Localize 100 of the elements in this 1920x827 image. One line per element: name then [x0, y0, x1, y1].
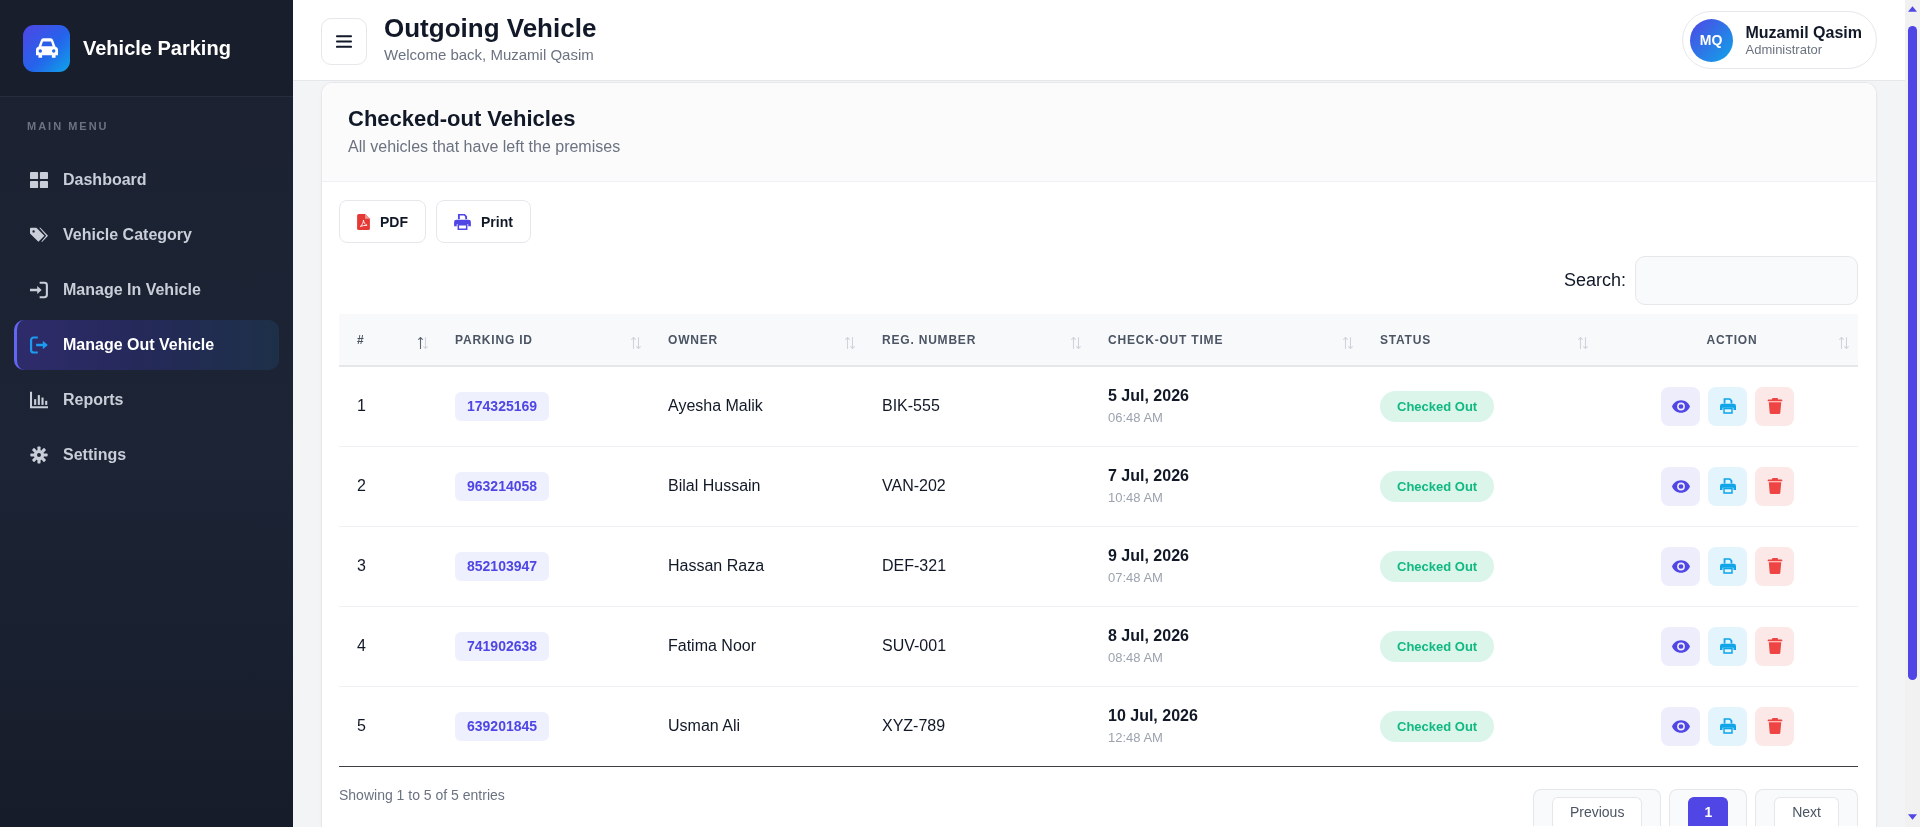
owner-name: Usman Ali: [650, 686, 864, 766]
login-icon: [30, 281, 48, 299]
print-button[interactable]: [1708, 386, 1747, 426]
car-icon: [23, 24, 70, 72]
menu-button[interactable]: [321, 17, 367, 65]
reg-number: VAN-202: [864, 446, 1090, 526]
row-number: 3: [339, 526, 437, 606]
grid-icon: [30, 171, 48, 189]
trash-icon: [1766, 398, 1783, 415]
page-title: Outgoing Vehicle: [384, 12, 597, 43]
eye-icon: [1671, 479, 1690, 493]
eye-icon: [1671, 639, 1690, 653]
print-button[interactable]: Print: [436, 200, 531, 243]
menu-icon: [336, 34, 352, 48]
trash-icon: [1766, 718, 1783, 734]
search-field[interactable]: [1635, 256, 1858, 305]
entries-info: Showing 1 to 5 of 5 entries: [339, 785, 505, 804]
delete-button[interactable]: [1755, 706, 1794, 746]
sidebar-item[interactable]: Manage Out Vehicle: [14, 320, 279, 370]
delete-button[interactable]: [1755, 466, 1794, 506]
sidebar-item[interactable]: Dashboard: [14, 155, 279, 205]
print-button[interactable]: [1708, 546, 1747, 586]
view-button[interactable]: [1661, 386, 1700, 426]
status-badge: Checked Out: [1380, 630, 1495, 662]
checkout-time: 06:48 AM: [1108, 409, 1164, 427]
print-button[interactable]: [1708, 706, 1747, 746]
reg-number: XYZ-789: [864, 686, 1090, 766]
parking-id-badge: 639201845: [455, 711, 550, 741]
printer-icon: [454, 213, 471, 230]
trash-icon: [1766, 638, 1783, 654]
reg-number: DEF-321: [864, 526, 1090, 606]
status-badge: Checked Out: [1380, 390, 1495, 422]
delete-button[interactable]: [1755, 386, 1794, 426]
pagination-button[interactable]: 1: [1688, 796, 1729, 826]
scroll-up-icon[interactable]: [1908, 6, 1917, 12]
checkout-date: 10 Jul, 2026: [1108, 706, 1199, 726]
pdf-button[interactable]: PDF: [339, 200, 426, 243]
app-name: Vehicle Parking: [83, 36, 231, 60]
card-subtitle: All vehicles that have left the premises: [348, 137, 622, 157]
welcome-text: Welcome back, Muzamil Qasim: [384, 44, 595, 65]
checkout-time: 12:48 AM: [1108, 729, 1164, 746]
status-badge: Checked Out: [1380, 710, 1495, 742]
owner-name: Bilal Hussain: [650, 446, 864, 526]
checkout-date: 5 Jul, 2026: [1108, 386, 1190, 407]
delete-button[interactable]: [1755, 546, 1794, 586]
column-header[interactable]: ACTION: [1597, 314, 1858, 366]
pagination-button[interactable]: Previous: [1551, 796, 1643, 826]
row-number: 4: [339, 606, 437, 686]
row-number: 5: [339, 686, 437, 766]
view-button[interactable]: [1661, 466, 1700, 506]
owner-name: Ayesha Malik: [650, 366, 864, 446]
column-header[interactable]: REG. NUMBER: [864, 314, 1090, 366]
delete-button[interactable]: [1755, 626, 1794, 666]
view-button[interactable]: [1661, 706, 1700, 746]
column-header[interactable]: OWNER: [650, 314, 864, 366]
reg-number: SUV-001: [864, 606, 1090, 686]
checkout-time: 07:48 AM: [1108, 569, 1164, 586]
scrollbar[interactable]: [1905, 0, 1920, 827]
view-button[interactable]: [1661, 626, 1700, 666]
sidebar-item[interactable]: Manage In Vehicle: [14, 265, 279, 315]
eye-icon: [1671, 719, 1690, 733]
tags-icon: [30, 226, 48, 244]
checkout-time: 08:48 AM: [1108, 649, 1164, 666]
checkout-time: 10:48 AM: [1108, 489, 1164, 506]
parking-id-badge: 741902638: [455, 631, 550, 661]
printer-icon: [1719, 558, 1736, 574]
sidebar-item[interactable]: Reports: [14, 375, 279, 425]
eye-icon: [1671, 399, 1690, 413]
parking-id-badge: 963214058: [455, 471, 550, 501]
reg-number: BIK-555: [864, 366, 1090, 446]
scrollbar-thumb[interactable]: [1908, 26, 1917, 680]
print-button[interactable]: [1708, 626, 1747, 666]
print-button[interactable]: [1708, 466, 1747, 506]
settings-icon: [30, 446, 48, 464]
scroll-down-icon[interactable]: [1908, 814, 1917, 820]
view-button[interactable]: [1661, 546, 1700, 586]
owner-name: Fatima Noor: [650, 606, 864, 686]
eye-icon: [1671, 559, 1690, 573]
owner-name: Hassan Raza: [650, 526, 864, 606]
trash-icon: [1766, 558, 1783, 574]
column-header[interactable]: PARKING ID: [437, 314, 650, 366]
trash-icon: [1766, 478, 1783, 494]
sidebar-item[interactable]: Vehicle Category: [14, 210, 279, 260]
status-badge: Checked Out: [1380, 550, 1495, 582]
user-role: Administrator: [1745, 41, 1824, 58]
column-header[interactable]: #: [339, 314, 437, 366]
pagination-button[interactable]: Next: [1774, 796, 1839, 826]
user-menu[interactable]: MQ Muzamil Qasim Administrator: [1681, 11, 1877, 69]
user-avatar: MQ: [1689, 18, 1733, 62]
user-name: Muzamil Qasim: [1745, 22, 1862, 42]
printer-icon: [1719, 398, 1736, 415]
row-number: 2: [339, 446, 437, 526]
column-header[interactable]: STATUS: [1362, 314, 1597, 366]
printer-icon: [1719, 638, 1736, 654]
checkout-date: 8 Jul, 2026: [1108, 626, 1190, 646]
parking-id-badge: 852103947: [455, 551, 550, 581]
parking-id-badge: 174325169: [455, 391, 550, 421]
printer-icon: [1719, 718, 1736, 734]
column-header[interactable]: CHECK-OUT TIME: [1090, 314, 1362, 366]
sidebar-item[interactable]: Settings: [14, 430, 279, 480]
